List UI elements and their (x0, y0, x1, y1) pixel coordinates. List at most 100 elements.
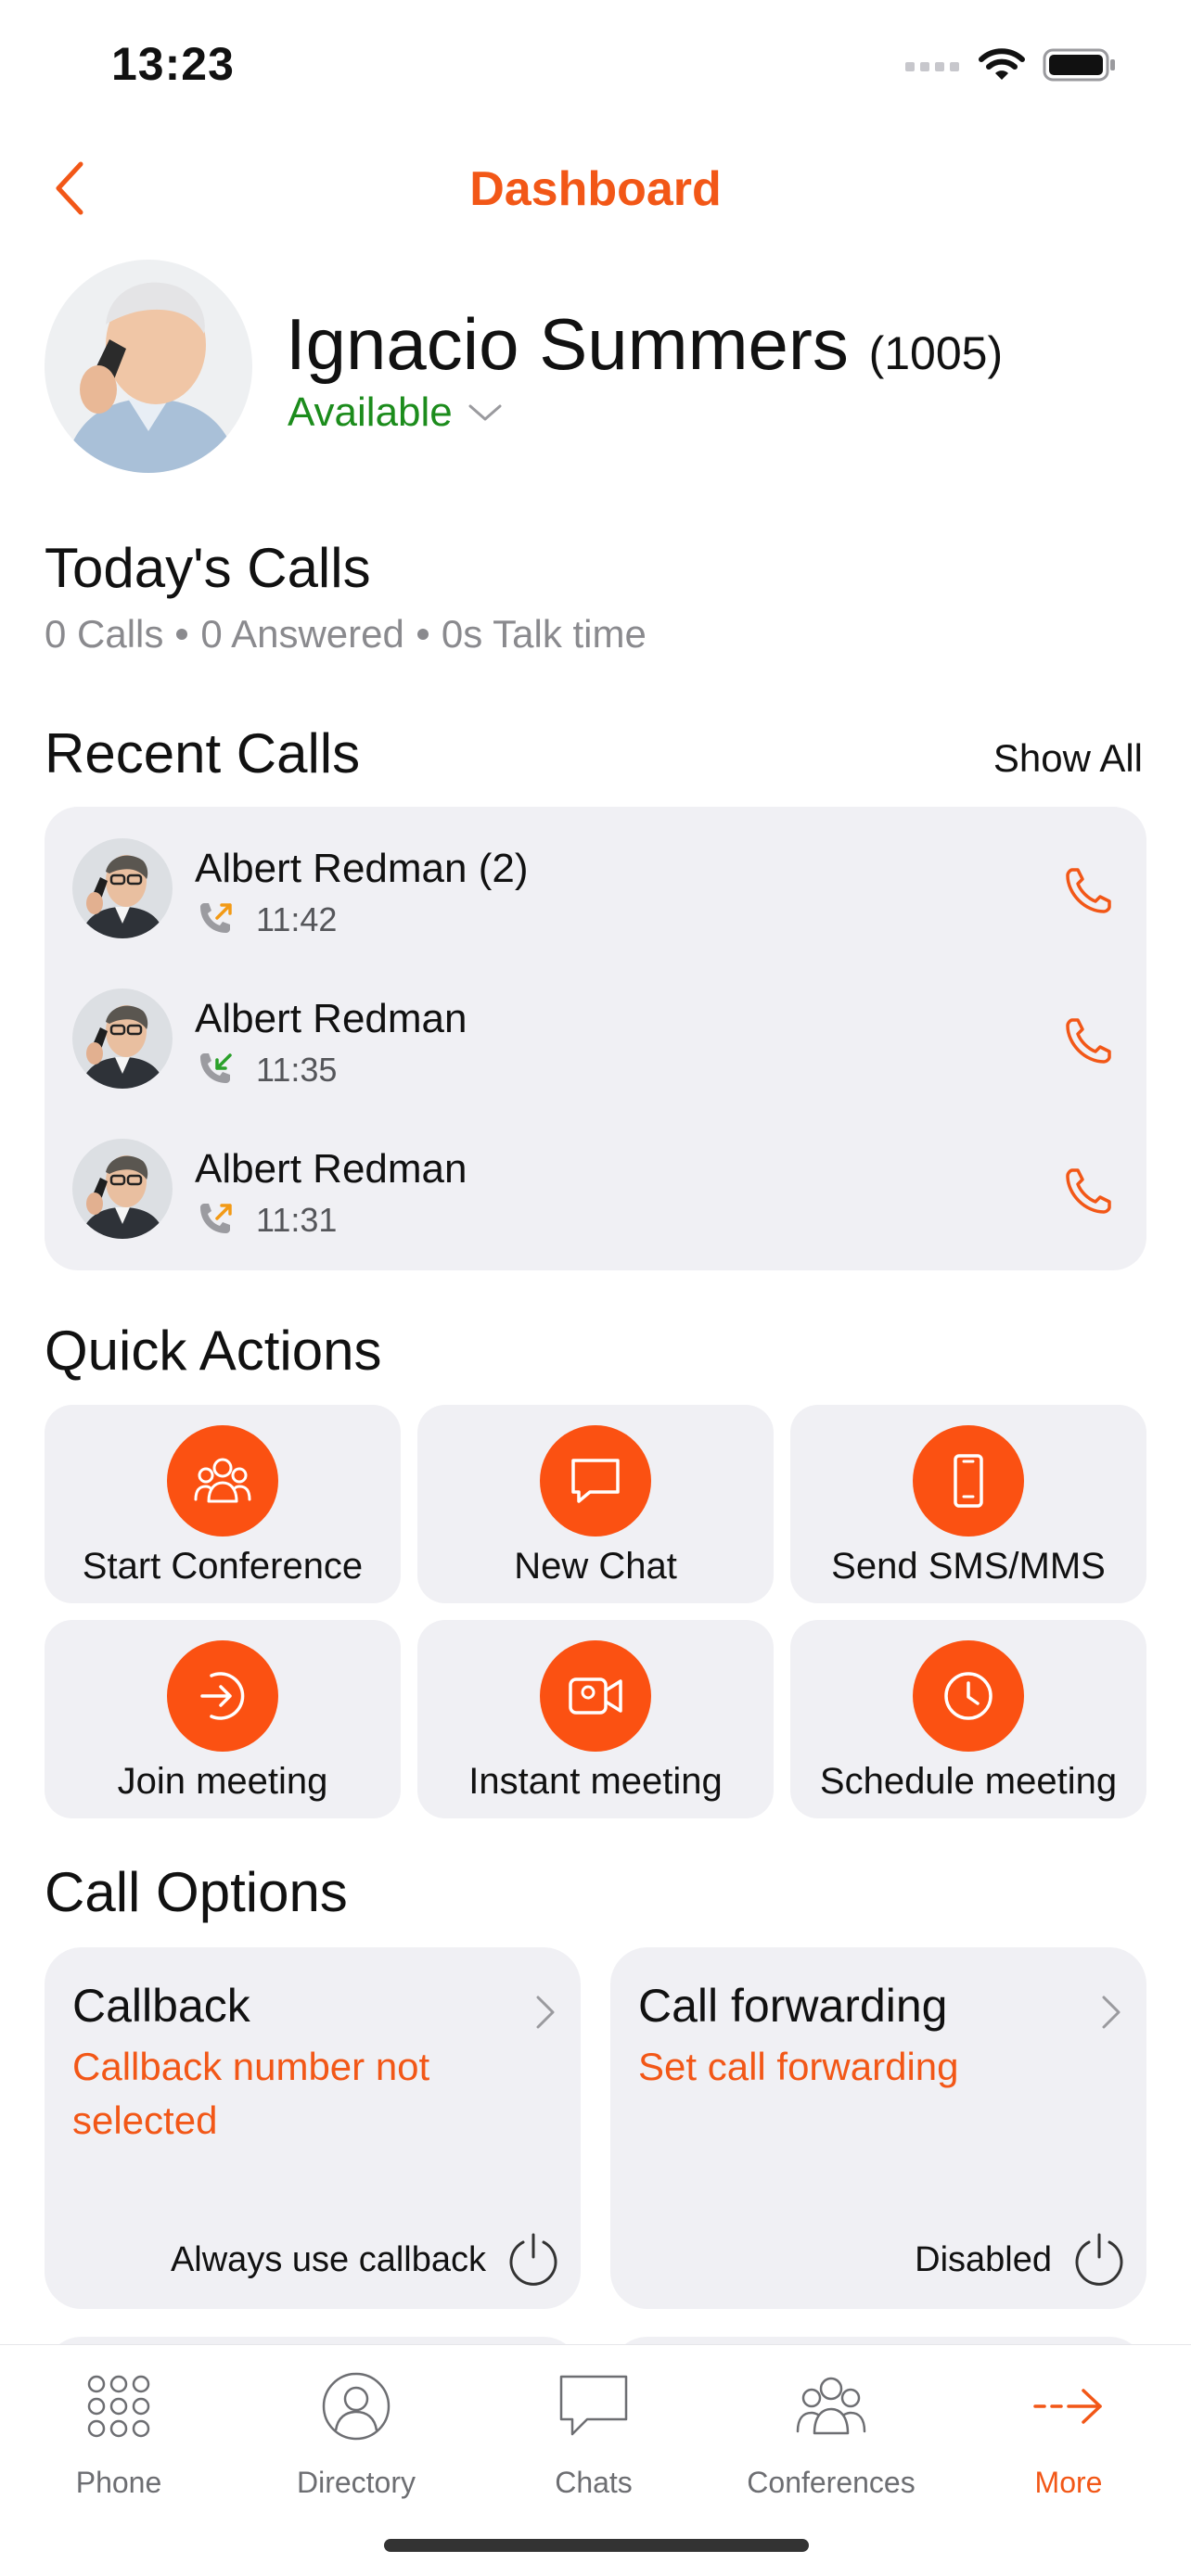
tab-label: Directory (296, 2466, 416, 2499)
show-all-link[interactable]: Show All (993, 736, 1143, 781)
mobile-phone-icon (913, 1425, 1024, 1537)
call-meta: 11:42 (195, 899, 337, 940)
battery-icon (1043, 48, 1115, 82)
quick-action-label: Instant meeting (468, 1761, 723, 1802)
navigation-bar: Dashboard (0, 139, 1191, 241)
quick-action-label: New Chat (514, 1546, 677, 1587)
conference-icon (167, 1425, 278, 1537)
contact-avatar (72, 988, 173, 1089)
phone-icon (1066, 1018, 1111, 1064)
recent-call-row[interactable]: Albert Redman (2) 11:42 (45, 807, 1146, 955)
recent-calls-list: Albert Redman (2) 11:42 Albert Redman 11… (45, 807, 1146, 1270)
call-time: 11:35 (256, 1051, 338, 1089)
contact-name: Albert Redman (195, 1146, 467, 1192)
video-camera-icon (540, 1640, 651, 1752)
chevron-right-icon (1102, 1996, 1121, 2029)
tab-conferences[interactable]: Conferences (712, 2367, 950, 2506)
call-back-button[interactable] (1061, 862, 1117, 918)
outgoing-call-icon (200, 1204, 232, 1233)
callback-status: Callback number not selected (72, 2045, 430, 2142)
user-extension: (1005) (868, 327, 1004, 379)
call-back-button[interactable] (1061, 1013, 1117, 1068)
call-options-title: Call Options (45, 1861, 348, 1923)
tab-more[interactable]: More (950, 2367, 1187, 2506)
conference-icon (796, 2377, 866, 2435)
tab-label: Conferences (747, 2466, 916, 2499)
call-forwarding-status: Set call forwarding (638, 2045, 959, 2088)
user-avatar[interactable] (45, 260, 252, 473)
wifi-icon (979, 48, 1025, 80)
call-forwarding-toggle[interactable]: Disabled (915, 2231, 1126, 2289)
tab-phone[interactable]: Phone (0, 2367, 237, 2506)
contact-avatar (72, 1139, 173, 1239)
start-conference-button[interactable]: Start Conference (45, 1405, 401, 1603)
outgoing-call-icon (200, 903, 232, 933)
status-time: 13:23 (111, 38, 235, 90)
home-indicator (384, 2539, 809, 2552)
callback-toggle-label: Always use callback (170, 2239, 486, 2279)
call-forwarding-toggle-label: Disabled (915, 2239, 1052, 2279)
call-time: 11:42 (256, 900, 338, 938)
send-sms-button[interactable]: Send SMS/MMS (790, 1405, 1146, 1603)
callback-toggle[interactable]: Always use callback (171, 2231, 560, 2289)
answered-count: 0 Answered (200, 612, 404, 656)
quick-action-label: Start Conference (82, 1546, 364, 1587)
presence-selector[interactable]: Available (288, 389, 503, 436)
tab-directory[interactable]: Directory (237, 2367, 475, 2506)
tab-label: Phone (75, 2466, 162, 2499)
contact-avatar (72, 838, 173, 938)
tab-label: More (1034, 2466, 1103, 2499)
phone-icon (1066, 1168, 1111, 1214)
chat-bubble-icon (540, 1425, 651, 1537)
quick-action-label: Schedule meeting (819, 1761, 1118, 1802)
recent-call-row[interactable]: Albert Redman 11:31 (45, 1107, 1146, 1256)
callback-card[interactable]: Callback Callback number not selected Al… (45, 1947, 581, 2309)
more-arrow-icon (1033, 2389, 1102, 2424)
talk-time: 0s Talk time (441, 612, 647, 656)
person-icon (322, 2372, 391, 2441)
keypad-icon (87, 2375, 150, 2438)
contact-name: Albert Redman (195, 996, 467, 1041)
call-meta: 11:35 (195, 1050, 337, 1090)
todays-calls-title: Today's Calls (45, 537, 371, 599)
separator-dot (176, 629, 188, 640)
status-bar: 13:23 (0, 0, 1191, 139)
profile-header: Ignacio Summers (1005) Available (45, 258, 1158, 480)
page-title: Dashboard (469, 162, 722, 216)
chat-icon (559, 2375, 628, 2436)
chevron-right-icon (536, 1996, 555, 2029)
presence-label: Available (288, 389, 453, 435)
recent-calls-title: Recent Calls (45, 722, 361, 784)
chevron-down-icon (468, 404, 502, 421)
contact-name: Albert Redman (2) (195, 846, 529, 891)
callback-title: Callback (72, 1980, 250, 2032)
quick-action-label: Join meeting (117, 1761, 328, 1802)
call-forwarding-card[interactable]: Call forwarding Set call forwarding Disa… (610, 1947, 1146, 2309)
user-name: Ignacio Summers (1005) (286, 302, 1003, 387)
status-icons (905, 46, 1117, 83)
new-chat-button[interactable]: New Chat (417, 1405, 774, 1603)
call-forwarding-title: Call forwarding (638, 1980, 948, 2032)
phone-icon (1066, 868, 1111, 913)
instant-meeting-button[interactable]: Instant meeting (417, 1620, 774, 1818)
recent-call-row[interactable]: Albert Redman 11:35 (45, 957, 1146, 1105)
incoming-call-icon (200, 1053, 232, 1083)
todays-calls-stats: 0 Calls 0 Answered 0s Talk time (45, 612, 647, 657)
join-arrow-icon (167, 1640, 278, 1752)
quick-action-label: Send SMS/MMS (831, 1546, 1106, 1587)
call-meta: 11:31 (195, 1200, 337, 1241)
clock-icon (913, 1640, 1024, 1752)
power-icon (1075, 2233, 1123, 2286)
call-back-button[interactable] (1061, 1163, 1117, 1218)
separator-dot (416, 629, 429, 640)
calls-count: 0 Calls (45, 612, 164, 656)
join-meeting-button[interactable]: Join meeting (45, 1620, 401, 1818)
user-name-text: Ignacio Summers (286, 303, 849, 385)
quick-actions-title: Quick Actions (45, 1320, 382, 1382)
call-time: 11:31 (256, 1201, 338, 1239)
cellular-signal-icon (905, 62, 959, 71)
tab-label: Chats (555, 2466, 633, 2499)
tab-chats[interactable]: Chats (475, 2367, 712, 2506)
schedule-meeting-button[interactable]: Schedule meeting (790, 1620, 1146, 1818)
power-icon (509, 2233, 557, 2286)
